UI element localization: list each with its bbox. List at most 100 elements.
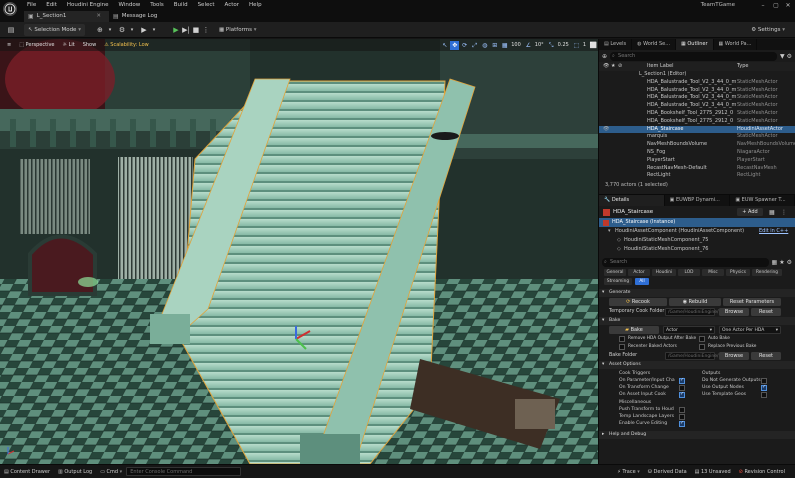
rotate-tool-icon[interactable]: ⟳ xyxy=(460,41,469,50)
section-bake[interactable]: ▾ Bake xyxy=(599,317,795,325)
filter-physics[interactable]: Physics xyxy=(726,269,750,276)
close-icon[interactable]: ✕ xyxy=(782,0,794,11)
list-item[interactable]: RecastNavMesh-Default RecastNavMesh xyxy=(599,165,795,173)
add-component-button[interactable]: + Add xyxy=(737,208,763,216)
list-item[interactable]: L_Section1 (Editor) xyxy=(599,71,795,79)
platforms-button[interactable]: ▦ Platforms ▾ xyxy=(215,24,261,36)
eye-icon[interactable]: 👁 xyxy=(603,126,609,134)
camera-speed-value[interactable]: 1 xyxy=(581,42,588,48)
chevron-down-icon[interactable]: ▾ xyxy=(149,25,159,35)
chevron-down-icon[interactable]: ▾ xyxy=(105,25,115,35)
scale-tool-icon[interactable]: ⤢ xyxy=(470,41,479,50)
tree-item-instance[interactable]: HDA_Staircase (Instance) xyxy=(599,218,795,227)
scale-snap-value[interactable]: 0.25 xyxy=(556,42,571,48)
show-button[interactable]: Show xyxy=(80,40,100,50)
tree-item-component[interactable]: ◇ HoudiniStaticMeshComponent_75 xyxy=(599,236,795,245)
derived-data-button[interactable]: ⛁ Derived Data xyxy=(644,465,691,478)
grid-icon[interactable]: ▦ xyxy=(772,259,778,266)
filter-streaming[interactable]: Streaming xyxy=(604,278,632,285)
menu-build[interactable]: Build xyxy=(169,0,193,11)
filter-houdini[interactable]: Houdini xyxy=(652,269,676,276)
browse-button[interactable]: Browse xyxy=(719,308,749,316)
unsaved-button[interactable]: ▤ 13 Unsaved xyxy=(691,465,735,478)
temp-cook-folder-input[interactable]: /Game/HoudiniEngine/Temp xyxy=(665,308,731,316)
select-tool-icon[interactable]: ↖ xyxy=(440,41,449,50)
on-asset-input-checkbox[interactable] xyxy=(679,391,685,398)
list-item[interactable]: PlayerStart PlayerStart xyxy=(599,157,795,165)
console-command-input[interactable]: Enter Console Command xyxy=(126,467,242,476)
stop-icon[interactable]: ■ xyxy=(191,25,201,35)
output-log-button[interactable]: ▥ Output Log xyxy=(54,465,96,478)
lit-button[interactable]: ☼ Lit xyxy=(60,40,78,50)
item-label-header[interactable]: Item Label xyxy=(647,62,673,71)
menu-select[interactable]: Select xyxy=(193,0,220,11)
actor-name[interactable]: HDA_Staircase xyxy=(613,209,653,215)
list-item[interactable]: HDA_Bookshelf_Tool_2775_2912_0 StaticMesh… xyxy=(599,118,795,126)
push-transform-checkbox[interactable] xyxy=(679,407,685,413)
menu-window[interactable]: Window xyxy=(114,0,146,11)
world-space-icon[interactable]: ◍ xyxy=(480,41,489,50)
use-template-geos-checkbox[interactable] xyxy=(761,392,767,398)
tab-world-partition[interactable]: ▦ World Pa... xyxy=(714,39,758,50)
scene-render[interactable] xyxy=(0,39,598,464)
menu-file[interactable]: File xyxy=(22,0,41,11)
filter-general[interactable]: General xyxy=(604,269,626,276)
tab-outliner[interactable]: ▦ Outliner xyxy=(676,39,714,50)
section-asset-options[interactable]: ▾ Asset Options xyxy=(599,361,795,369)
play-icon[interactable]: ▶ xyxy=(171,25,181,35)
camera-speed-icon[interactable]: ⬚ xyxy=(572,41,581,50)
menu-help[interactable]: Help xyxy=(244,0,267,11)
grid-size[interactable]: 100 xyxy=(509,42,523,48)
gear-icon[interactable]: ⚙ xyxy=(787,259,792,266)
revision-control-button[interactable]: ⊘ Revision Control xyxy=(735,465,789,478)
bake-folder-input[interactable]: /Game/HoudiniEngine/Bake xyxy=(665,352,730,360)
close-tab-icon[interactable]: ✕ xyxy=(96,11,101,22)
add-content-icon[interactable]: ⊕ xyxy=(95,25,105,35)
tab-details[interactable]: 🔧 Details xyxy=(599,195,665,206)
use-output-nodes-checkbox[interactable] xyxy=(761,384,767,391)
more-icon[interactable]: ⋮ xyxy=(781,209,787,216)
rotation-snap-icon[interactable]: ∠ xyxy=(524,41,533,50)
star-icon[interactable]: ★ xyxy=(779,259,784,266)
maximize-icon[interactable]: ▢ xyxy=(770,0,782,11)
menu-tools[interactable]: Tools xyxy=(145,0,169,11)
remove-hda-checkbox[interactable] xyxy=(619,336,625,342)
on-param-change-checkbox[interactable] xyxy=(679,377,685,384)
add-actor-icon[interactable]: ⊕ xyxy=(602,53,607,60)
outliner-search-input[interactable]: ⌕ Search xyxy=(610,51,777,61)
list-item[interactable]: marquis StaticMeshActor xyxy=(599,133,795,141)
filter-lod[interactable]: LOD xyxy=(678,269,700,276)
list-item-selected[interactable]: 👁 HDA_Staircase HoudiniAssetActor xyxy=(599,125,795,134)
reset-button[interactable]: Reset xyxy=(751,308,781,316)
section-help-debug[interactable]: ▸ Help and Debug xyxy=(599,431,795,439)
gear-icon[interactable]: ⚙ xyxy=(787,53,792,60)
translate-tool-icon[interactable]: ✥ xyxy=(450,40,460,50)
cinematics-icon[interactable]: ▶ xyxy=(139,25,149,35)
enable-curve-checkbox[interactable] xyxy=(679,420,685,427)
unreal-logo-icon[interactable] xyxy=(3,2,17,16)
tab-euw-spawner[interactable]: ▣ EUW Spawner T... xyxy=(730,195,795,206)
trace-button[interactable]: ⚡ Trace ▾ xyxy=(613,465,643,478)
rotation-snap-value[interactable]: 10° xyxy=(533,42,546,48)
list-item[interactable]: HDA_Balustrade_Tool_V2_3_44_0_m StaticMes… xyxy=(599,87,795,95)
visibility-col-icon[interactable]: 👁 xyxy=(603,62,609,71)
filter-all[interactable]: All xyxy=(635,278,649,285)
list-item[interactable]: NavMeshBoundsVolume NavMeshBoundsVolume xyxy=(599,141,795,149)
menu-actor[interactable]: Actor xyxy=(220,0,244,11)
blueprint-icon[interactable]: ⚙ xyxy=(117,25,127,35)
play-options-icon[interactable]: ⋮ xyxy=(201,25,211,35)
tab-euwbp-dynamic[interactable]: ▣ EUWBP Dynami... xyxy=(665,195,731,206)
replace-previous-checkbox[interactable] xyxy=(699,344,705,350)
tab-message-log[interactable]: ▤ Message Log xyxy=(109,11,165,22)
section-generate[interactable]: ▾ Generate xyxy=(599,289,795,297)
edit-in-cpp-link[interactable]: Edit in C++ xyxy=(759,227,788,236)
step-icon[interactable]: ▶| xyxy=(181,25,191,35)
level-viewport[interactable]: ≡ ⬚ Perspective ☼ Lit Show ⚠ Scalability… xyxy=(0,39,598,464)
settings-button[interactable]: ⚙ Settings ▾ xyxy=(747,24,789,36)
minimize-icon[interactable]: – xyxy=(757,0,769,11)
list-item[interactable]: HDA_Balustrade_Tool_V2_3_44_0_m StaticMes… xyxy=(599,79,795,87)
filter-icon[interactable]: ▼ xyxy=(780,53,785,60)
lock-col-icon[interactable]: ⊘ xyxy=(618,62,622,71)
recenter-checkbox[interactable] xyxy=(619,344,625,350)
browse-button[interactable]: Browse xyxy=(719,352,749,360)
